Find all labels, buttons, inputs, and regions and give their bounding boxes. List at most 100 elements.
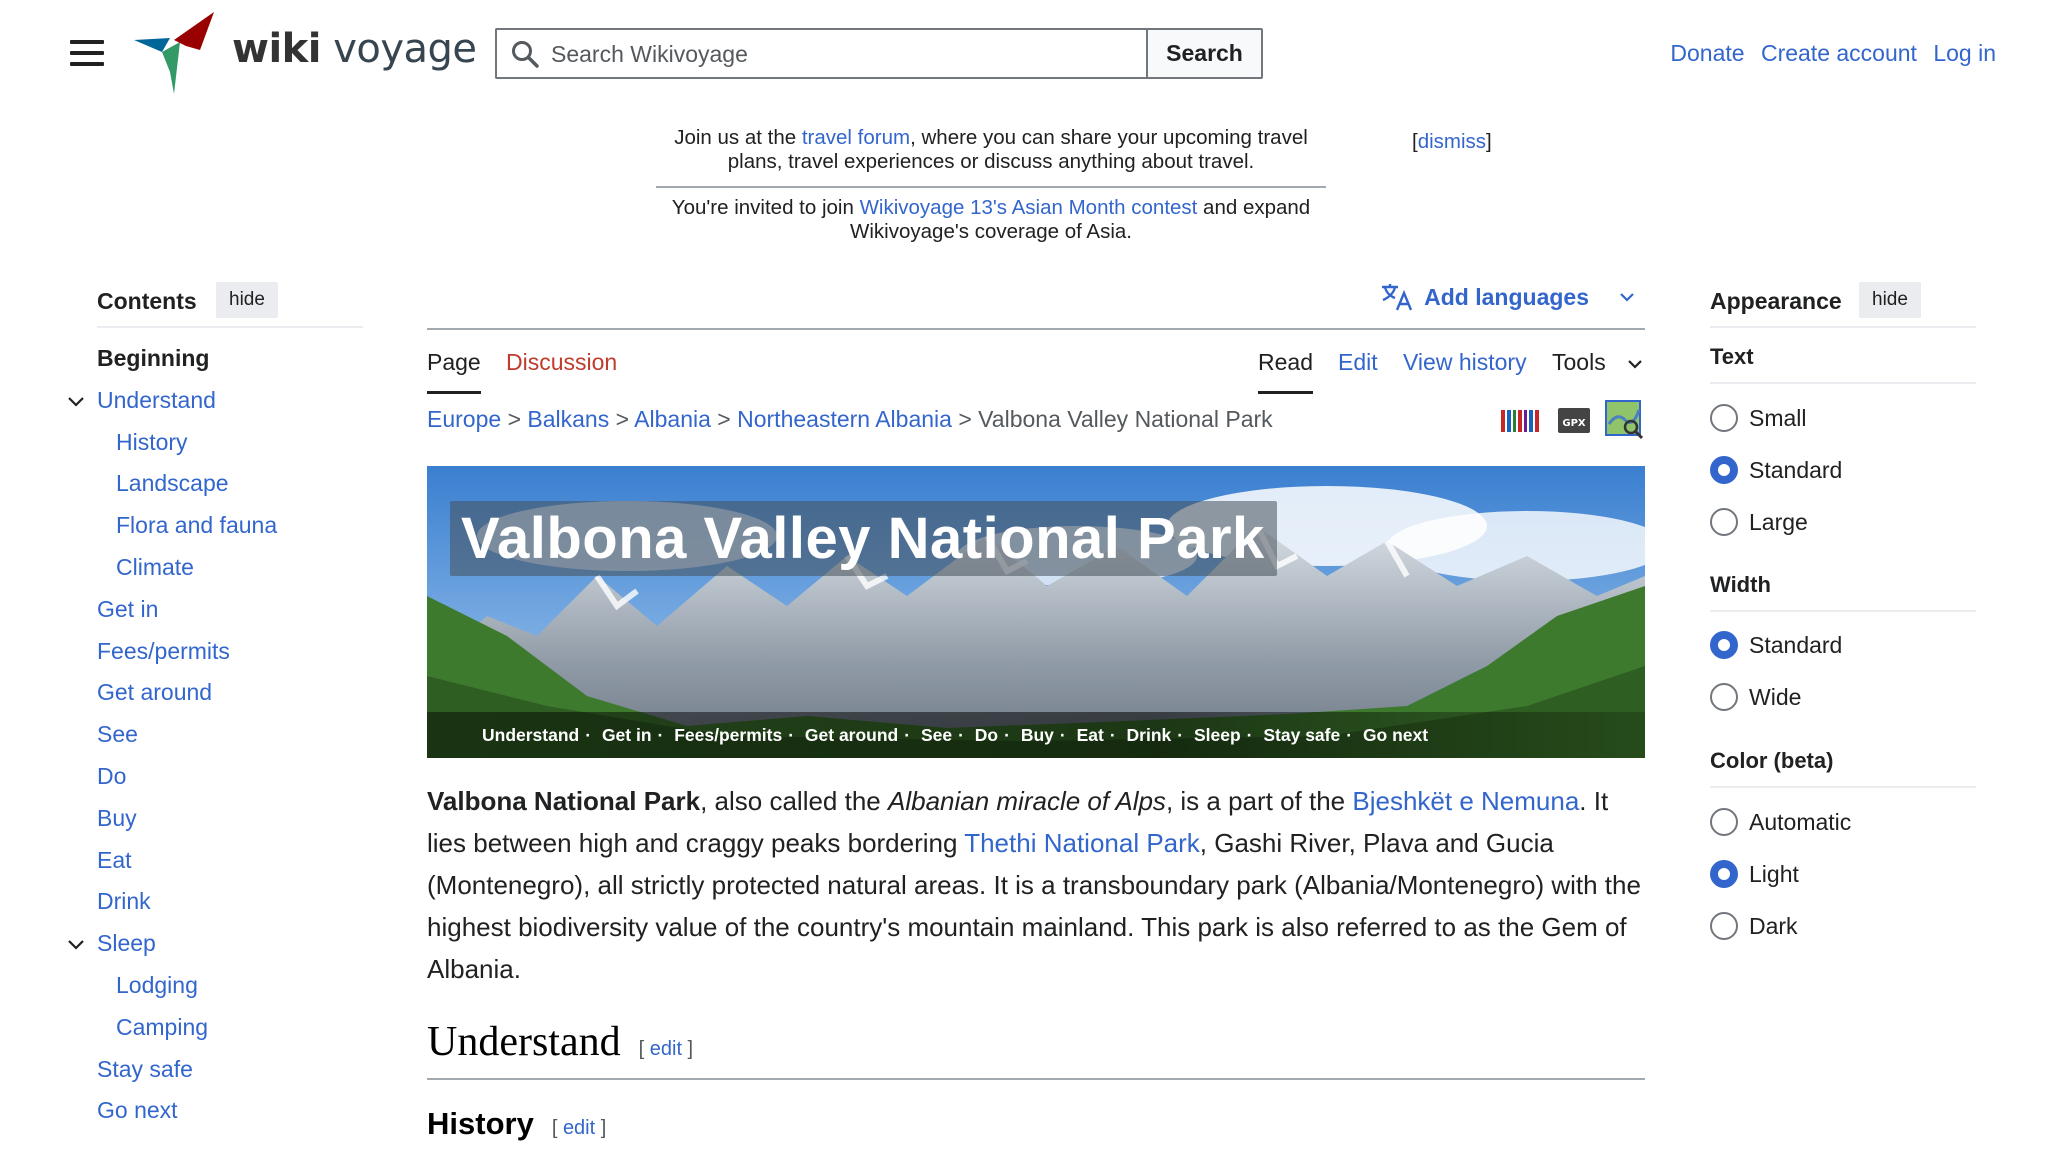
- banner-nav-drink[interactable]: Drink: [1127, 725, 1172, 745]
- radio-width-standard[interactable]: Standard: [1710, 630, 1842, 660]
- travel-forum-link[interactable]: travel forum: [802, 126, 910, 149]
- chevron-down-icon[interactable]: [1625, 354, 1645, 374]
- page-indicators: GPX: [1499, 400, 1645, 440]
- breadcrumb-current: Valbona Valley National Park: [978, 406, 1273, 432]
- bjeshket-link[interactable]: Bjeshkët e Nemuna: [1352, 786, 1579, 816]
- books-icon[interactable]: [1499, 406, 1543, 434]
- toc-item-landscape[interactable]: Landscape: [66, 463, 366, 505]
- notice-divider: [656, 186, 1326, 188]
- map-icon[interactable]: [1605, 400, 1645, 440]
- tab-page[interactable]: Page: [427, 330, 481, 394]
- donate-link[interactable]: Donate: [1670, 40, 1744, 66]
- intro-paragraph: Valbona National Park, also called the A…: [427, 786, 1641, 984]
- tab-view-history[interactable]: View history: [1403, 330, 1527, 394]
- toc-item-buy[interactable]: Buy: [66, 798, 366, 840]
- gpx-icon[interactable]: GPX: [1557, 405, 1591, 435]
- radio-width-wide[interactable]: Wide: [1710, 682, 1801, 712]
- search-box: [495, 28, 1146, 79]
- toc-item-get-around[interactable]: Get around: [66, 672, 366, 714]
- toc-item-do[interactable]: Do: [66, 756, 366, 798]
- dismiss-notice: [dismiss]: [1412, 130, 1492, 153]
- section-heading-understand: Understand[ edit ]: [427, 1018, 1645, 1080]
- wikivoyage-wordmark[interactable]: wiki voyage: [232, 26, 477, 72]
- thethi-national-park-link[interactable]: Thethi National Park: [964, 828, 1200, 858]
- user-links: Donate Create account Log in: [1660, 40, 1996, 67]
- appearance-hide-button[interactable]: hide: [1859, 282, 1921, 318]
- toc-item-beginning[interactable]: Beginning: [66, 338, 366, 380]
- toc-item-eat[interactable]: Eat: [66, 840, 366, 882]
- banner-nav-eat[interactable]: Eat: [1077, 725, 1104, 745]
- radio-text-small[interactable]: Small: [1710, 403, 1807, 433]
- appearance-header: Appearance hide: [1710, 282, 1976, 328]
- banner-nav-understand[interactable]: Understand: [482, 725, 579, 745]
- toc-hide-button[interactable]: hide: [216, 282, 278, 318]
- radio-color-automatic[interactable]: Automatic: [1710, 807, 1851, 837]
- dismiss-link[interactable]: dismiss: [1418, 130, 1486, 153]
- breadcrumb-albania[interactable]: Albania: [634, 406, 711, 432]
- banner-quick-nav: Understand · Get in · Fees/permits · Get ar…: [427, 712, 1645, 758]
- toc-item-drink[interactable]: Drink: [66, 881, 366, 923]
- tab-discussion[interactable]: Discussion: [506, 330, 617, 394]
- toc-item-understand[interactable]: Understand: [66, 380, 366, 422]
- text-size-title: Text: [1710, 344, 1976, 384]
- toc-item-camping[interactable]: Camping: [66, 1007, 366, 1049]
- radio-color-dark[interactable]: Dark: [1710, 911, 1798, 941]
- search-icon: [512, 41, 539, 68]
- toc-item-get-in[interactable]: Get in: [66, 589, 366, 631]
- banner-nav-get-in[interactable]: Get in: [602, 725, 652, 745]
- toc-item-sleep[interactable]: Sleep: [66, 923, 366, 965]
- banner-nav-get-around[interactable]: Get around: [805, 725, 898, 745]
- wikivoyage-logo[interactable]: [134, 12, 220, 96]
- search-button[interactable]: Search: [1146, 28, 1263, 79]
- log-in-link[interactable]: Log in: [1933, 40, 1996, 66]
- site-header: wiki voyage Search Donate Create account…: [0, 0, 2048, 110]
- banner-title: Valbona Valley National Park: [450, 501, 1277, 576]
- tools-menu[interactable]: Tools: [1552, 330, 1606, 394]
- toc-item-fees-permits[interactable]: Fees/permits: [66, 631, 366, 673]
- toc-item-flora-and-fauna[interactable]: Flora and fauna: [66, 505, 366, 547]
- create-account-link[interactable]: Create account: [1761, 40, 1917, 66]
- site-notice-contest: You're invited to join Wikivoyage 13's A…: [671, 196, 1311, 243]
- banner-nav-see[interactable]: See: [921, 725, 952, 745]
- edit-section-link[interactable]: edit: [650, 1038, 682, 1060]
- width-title: Width: [1710, 572, 1976, 612]
- breadcrumb-northeastern-albania[interactable]: Northeastern Albania: [737, 406, 952, 432]
- main-content: Add languages Page Discussion Read Edit …: [427, 280, 1645, 1141]
- appearance-title: Appearance: [1710, 288, 1842, 314]
- banner-nav-do[interactable]: Do: [975, 725, 998, 745]
- translate-icon: [1382, 284, 1413, 311]
- asian-month-contest-link[interactable]: Wikivoyage 13's Asian Month contest: [860, 196, 1198, 219]
- color-title: Color (beta): [1710, 748, 1976, 788]
- toc-item-lodging[interactable]: Lodging: [66, 965, 366, 1007]
- page-banner: Valbona Valley National Park Understand ·…: [427, 466, 1645, 758]
- toc-header: Contents hide: [97, 282, 363, 328]
- add-languages-button[interactable]: Add languages: [1380, 282, 1637, 312]
- toc-item-stay-safe[interactable]: Stay safe: [66, 1049, 366, 1091]
- banner-nav-go-next[interactable]: Go next: [1363, 725, 1428, 745]
- tab-read[interactable]: Read: [1258, 330, 1313, 394]
- banner-nav-sleep[interactable]: Sleep: [1194, 725, 1241, 745]
- toc-item-see[interactable]: See: [66, 714, 366, 756]
- search-input[interactable]: [551, 36, 1131, 72]
- language-row: Add languages: [427, 280, 1645, 330]
- radio-text-standard[interactable]: Standard: [1710, 455, 1842, 485]
- page-tabs: Page Discussion Read Edit View history T…: [427, 330, 1645, 394]
- chevron-down-icon[interactable]: [66, 935, 86, 955]
- tab-edit[interactable]: Edit: [1338, 330, 1378, 394]
- chevron-down-icon[interactable]: [66, 392, 86, 412]
- chevron-down-icon: [1620, 293, 1634, 302]
- banner-nav-buy[interactable]: Buy: [1021, 725, 1054, 745]
- edit-section-link[interactable]: edit: [563, 1117, 595, 1139]
- toc-item-history[interactable]: History: [66, 422, 366, 464]
- table-of-contents: Beginning Understand History Landscape F…: [66, 338, 366, 1132]
- breadcrumb-balkans[interactable]: Balkans: [527, 406, 609, 432]
- main-menu-icon[interactable]: [70, 40, 104, 68]
- breadcrumb: Europe > Balkans > Albania > Northeaster…: [427, 406, 1273, 432]
- toc-item-go-next[interactable]: Go next: [66, 1090, 366, 1132]
- toc-item-climate[interactable]: Climate: [66, 547, 366, 589]
- radio-color-light[interactable]: Light: [1710, 859, 1799, 889]
- banner-nav-fees-permits[interactable]: Fees/permits: [674, 725, 782, 745]
- radio-text-large[interactable]: Large: [1710, 507, 1808, 537]
- breadcrumb-europe[interactable]: Europe: [427, 406, 501, 432]
- banner-nav-stay-safe[interactable]: Stay safe: [1263, 725, 1340, 745]
